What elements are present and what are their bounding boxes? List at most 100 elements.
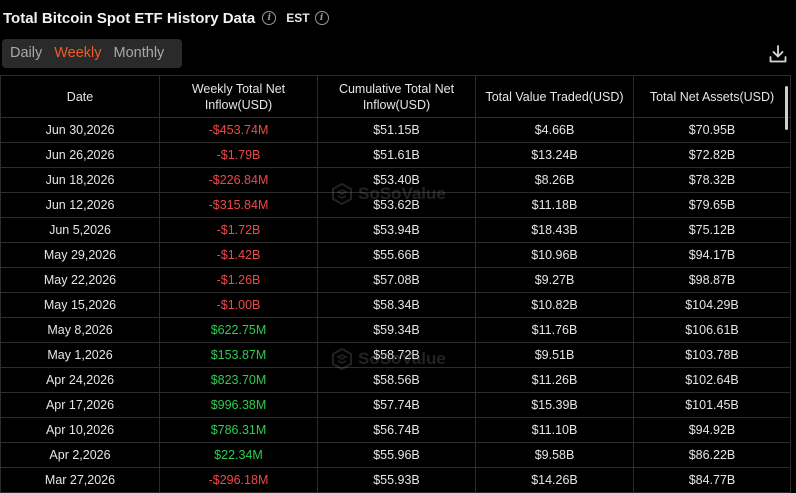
value-traded-cell: $11.18B [475,192,634,218]
table-row: Jun 18,2026 -$226.84M $53.40B $8.26B $78.32B [0,167,791,193]
column-header-date[interactable]: Date [0,75,160,118]
table-row: May 22,2026 -$1.26B $57.08B $9.27B $98.87B [0,267,791,293]
table-row: Jun 26,2026 -$1.79B $51.61B $13.24B $72.82B [0,142,791,168]
scrollbar-thumb[interactable] [785,86,788,130]
net-assets-cell: $106.61B [633,317,791,343]
cumulative-inflow-cell: $53.40B [317,167,476,193]
cumulative-inflow-cell: $51.61B [317,142,476,168]
net-assets-cell: $98.87B [633,267,791,293]
column-header-cumulative-inflow[interactable]: Cumulative Total Net Inflow(USD) [317,75,476,118]
value-traded-cell: $4.66B [475,117,634,143]
table-row: Apr 2,2026 $22.34M $55.96B $9.58B $86.22B [0,442,791,468]
cumulative-inflow-cell: $51.15B [317,117,476,143]
weekly-inflow-cell: -$1.00B [159,292,318,318]
timezone-info-icon[interactable]: i [314,11,329,25]
cumulative-inflow-cell: $53.94B [317,217,476,243]
table-row: Mar 27,2026 -$296.18M $55.93B $14.26B $84.77… [0,467,791,493]
value-traded-cell: $15.39B [475,392,634,418]
table-row: Apr 17,2026 $996.38M $57.74B $15.39B $101.45… [0,392,791,418]
date-cell: Apr 24,2026 [0,367,160,393]
table-row: Apr 24,2026 $823.70M $58.56B $11.26B $102.64… [0,367,791,393]
date-cell: May 8,2026 [0,317,160,343]
date-cell: Jun 5,2026 [0,217,160,243]
column-header-weekly-inflow[interactable]: Weekly Total Net Inflow(USD) [159,75,318,118]
table-body: Jun 30,2026 -$453.74M $51.15B $4.66B $70.95B… [0,117,791,493]
tab-weekly[interactable]: Weekly [48,39,107,68]
period-tabs: Daily Weekly Monthly [2,39,182,68]
table-row: May 29,2026 -$1.42B $55.66B $10.96B $94.17B [0,242,791,268]
cumulative-inflow-cell: $57.08B [317,267,476,293]
weekly-inflow-cell: -$1.72B [159,217,318,243]
table-row: Apr 10,2026 $786.31M $56.74B $11.10B $94.92B [0,417,791,443]
net-assets-cell: $102.64B [633,367,791,393]
table-row: May 8,2026 $622.75M $59.34B $11.76B $106.61B [0,317,791,343]
net-assets-cell: $84.77B [633,467,791,493]
weekly-inflow-cell: $786.31M [159,417,318,443]
history-table-container[interactable]: Date Weekly Total Net Inflow(USD) Cumula… [0,75,792,493]
value-traded-cell: $18.43B [475,217,634,243]
tab-daily[interactable]: Daily [2,39,48,68]
value-traded-cell: $11.76B [475,317,634,343]
net-assets-cell: $94.17B [633,242,791,268]
weekly-inflow-cell: $153.87M [159,342,318,368]
value-traded-cell: $10.82B [475,292,634,318]
net-assets-cell: $103.78B [633,342,791,368]
date-cell: Jun 26,2026 [0,142,160,168]
date-cell: May 22,2026 [0,267,160,293]
page-title: Total Bitcoin Spot ETF History Data [3,9,256,27]
cumulative-inflow-cell: $58.56B [317,367,476,393]
cumulative-inflow-cell: $53.62B [317,192,476,218]
cumulative-inflow-cell: $58.72B [317,342,476,368]
timezone-label: EST [286,11,310,25]
value-traded-cell: $9.27B [475,267,634,293]
cumulative-inflow-cell: $55.96B [317,442,476,468]
value-traded-cell: $9.51B [475,342,634,368]
weekly-inflow-cell: $996.38M [159,392,318,418]
column-header-net-assets[interactable]: Total Net Assets(USD) [633,75,791,118]
table-header-row: Date Weekly Total Net Inflow(USD) Cumula… [0,75,791,118]
header: Total Bitcoin Spot ETF History Data i ES… [3,8,329,28]
cumulative-inflow-cell: $59.34B [317,317,476,343]
cumulative-inflow-cell: $57.74B [317,392,476,418]
value-traded-cell: $13.24B [475,142,634,168]
net-assets-cell: $79.65B [633,192,791,218]
date-cell: Apr 10,2026 [0,417,160,443]
net-assets-cell: $75.12B [633,217,791,243]
table-row: Jun 5,2026 -$1.72B $53.94B $18.43B $75.12B [0,217,791,243]
date-cell: May 29,2026 [0,242,160,268]
date-cell: Jun 18,2026 [0,167,160,193]
weekly-inflow-cell: -$226.84M [159,167,318,193]
weekly-inflow-cell: -$453.74M [159,117,318,143]
info-icon[interactable]: i [262,11,277,25]
net-assets-cell: $86.22B [633,442,791,468]
date-cell: Jun 30,2026 [0,117,160,143]
history-table: Date Weekly Total Net Inflow(USD) Cumula… [0,75,791,493]
date-cell: Apr 17,2026 [0,392,160,418]
download-icon[interactable] [768,44,788,64]
weekly-inflow-cell: $22.34M [159,442,318,468]
value-traded-cell: $11.26B [475,367,634,393]
net-assets-cell: $72.82B [633,142,791,168]
weekly-inflow-cell: -$315.84M [159,192,318,218]
value-traded-cell: $14.26B [475,467,634,493]
weekly-inflow-cell: $823.70M [159,367,318,393]
table-row: Jun 30,2026 -$453.74M $51.15B $4.66B $70.95B [0,117,791,143]
table-row: Jun 12,2026 -$315.84M $53.62B $11.18B $79.65… [0,192,791,218]
cumulative-inflow-cell: $56.74B [317,417,476,443]
column-header-value-traded[interactable]: Total Value Traded(USD) [475,75,634,118]
value-traded-cell: $8.26B [475,167,634,193]
net-assets-cell: $101.45B [633,392,791,418]
net-assets-cell: $104.29B [633,292,791,318]
tab-monthly[interactable]: Monthly [108,39,171,68]
date-cell: May 15,2026 [0,292,160,318]
weekly-inflow-cell: -$1.79B [159,142,318,168]
date-cell: May 1,2026 [0,342,160,368]
net-assets-cell: $78.32B [633,167,791,193]
date-cell: Jun 12,2026 [0,192,160,218]
table-row: May 1,2026 $153.87M $58.72B $9.51B $103.78B [0,342,791,368]
net-assets-cell: $70.95B [633,117,791,143]
date-cell: Apr 2,2026 [0,442,160,468]
value-traded-cell: $11.10B [475,417,634,443]
weekly-inflow-cell: $622.75M [159,317,318,343]
table-row: May 15,2026 -$1.00B $58.34B $10.82B $104.29B [0,292,791,318]
